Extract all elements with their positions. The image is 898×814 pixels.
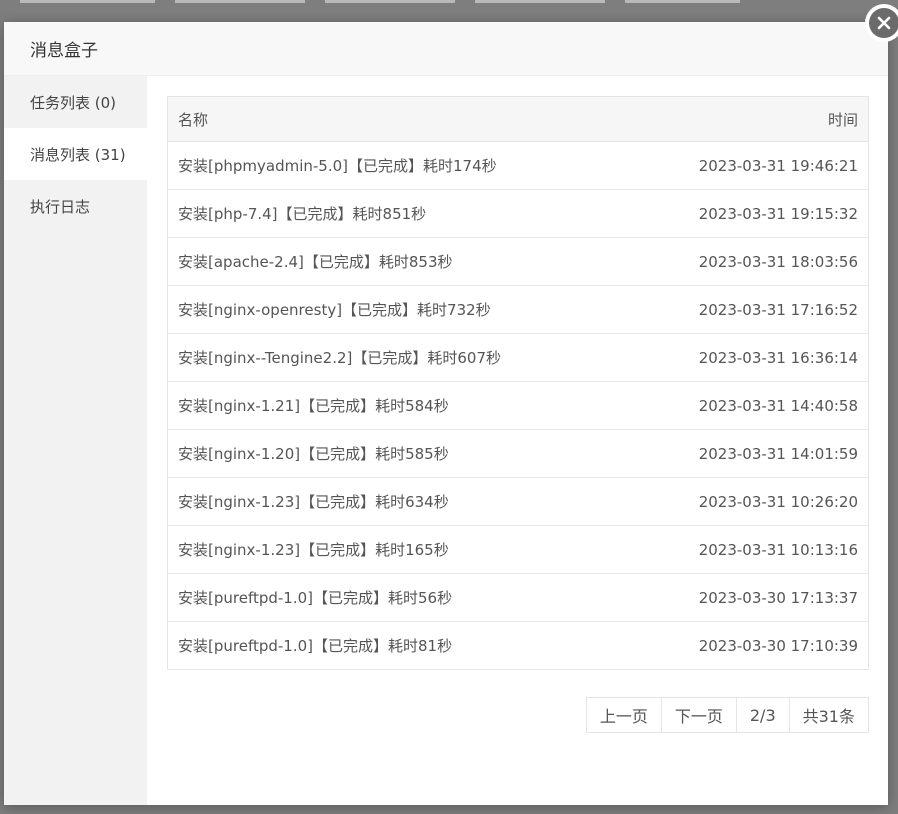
background-tab — [625, 0, 740, 3]
message-time-cell: 2023-03-31 19:15:32 — [627, 189, 869, 238]
message-time-cell: 2023-03-31 10:26:20 — [627, 477, 869, 526]
prev-page-button[interactable]: 上一页 — [587, 698, 662, 732]
column-header-name: 名称 — [166, 96, 628, 142]
message-time-cell: 2023-03-31 19:46:21 — [627, 141, 869, 190]
table-row: 安装[nginx-1.20]【已完成】耗时585秒 2023-03-31 14:0… — [166, 429, 869, 478]
message-name-cell: 安装[nginx-1.23]【已完成】耗时634秒 — [166, 477, 628, 526]
modal-title: 消息盒子 — [30, 41, 98, 61]
message-name-cell: 安装[nginx--Tengine2.2]【已完成】耗时607秒 — [166, 333, 628, 382]
background-tab — [325, 0, 455, 3]
background-tab — [20, 0, 155, 3]
sidebar-item-exec-log[interactable]: 执行日志 — [4, 180, 147, 232]
message-time-cell: 2023-03-31 17:16:52 — [627, 285, 869, 334]
table-row: 安装[phpmyadmin-5.0]【已完成】耗时174秒 2023-03-31 … — [166, 141, 869, 190]
sidebar-item-messages[interactable]: 消息列表 (31) — [4, 128, 147, 180]
message-time-cell: 2023-03-31 10:13:16 — [627, 525, 869, 574]
message-box-modal: 消息盒子 任务列表 (0) 消息列表 (31) 执行日志 名称 时间 安装[ph… — [4, 22, 888, 805]
table-row: 安装[pureftpd-1.0]【已完成】耗时81秒 2023-03-30 17:… — [166, 621, 869, 670]
message-name-cell: 安装[php-7.4]【已完成】耗时851秒 — [166, 189, 628, 238]
message-name-cell: 安装[nginx-openresty]【已完成】耗时732秒 — [166, 285, 628, 334]
message-table: 名称 时间 安装[phpmyadmin-5.0]【已完成】耗时174秒 2023-… — [166, 96, 869, 670]
table-row: 安装[nginx-1.23]【已完成】耗时165秒 2023-03-31 10:1… — [166, 525, 869, 574]
sidebar-item-label: 消息列表 (31) — [30, 145, 126, 164]
message-name-cell: 安装[phpmyadmin-5.0]【已完成】耗时174秒 — [166, 141, 628, 190]
background-tab — [475, 0, 605, 3]
message-name-cell: 安装[nginx-1.21]【已完成】耗时584秒 — [166, 381, 628, 430]
table-row: 安装[pureftpd-1.0]【已完成】耗时56秒 2023-03-30 17:… — [166, 573, 869, 622]
background-tab — [175, 0, 305, 3]
modal-header: 消息盒子 — [4, 22, 888, 76]
message-list-panel: 名称 时间 安装[phpmyadmin-5.0]【已完成】耗时174秒 2023-… — [166, 96, 869, 670]
message-name-cell: 安装[nginx-1.23]【已完成】耗时165秒 — [166, 525, 628, 574]
table-header-row: 名称 时间 — [166, 96, 869, 142]
table-row: 安装[nginx--Tengine2.2]【已完成】耗时607秒 2023-03-… — [166, 333, 869, 382]
table-row: 安装[nginx-openresty]【已完成】耗时732秒 2023-03-31… — [166, 285, 869, 334]
modal-sidebar: 任务列表 (0) 消息列表 (31) 执行日志 — [4, 76, 147, 805]
total-count: 共31条 — [802, 707, 855, 726]
message-time-cell: 2023-03-30 17:13:37 — [627, 573, 869, 622]
table-row: 安装[apache-2.4]【已完成】耗时853秒 2023-03-31 18:0… — [166, 237, 869, 286]
sidebar-item-label: 任务列表 (0) — [30, 93, 117, 112]
message-time-cell: 2023-03-31 14:01:59 — [627, 429, 869, 478]
message-time-cell: 2023-03-31 14:40:58 — [627, 381, 869, 430]
pagination: 上一页 下一页 2/3 共31条 — [585, 697, 869, 733]
message-time-cell: 2023-03-30 17:10:39 — [627, 621, 869, 670]
table-row: 安装[nginx-1.23]【已完成】耗时634秒 2023-03-31 10:2… — [166, 477, 869, 526]
message-name-cell: 安装[apache-2.4]【已完成】耗时853秒 — [166, 237, 628, 286]
message-name-cell: 安装[pureftpd-1.0]【已完成】耗时56秒 — [166, 573, 628, 622]
message-time-cell: 2023-03-31 18:03:56 — [627, 237, 869, 286]
message-name-cell: 安装[pureftpd-1.0]【已完成】耗时81秒 — [166, 621, 628, 670]
next-page-button[interactable]: 下一页 — [662, 698, 737, 732]
close-button[interactable] — [867, 6, 898, 40]
page-indicator: 2/3 — [737, 698, 790, 732]
close-icon — [869, 8, 898, 38]
message-name-cell: 安装[nginx-1.20]【已完成】耗时585秒 — [166, 429, 628, 478]
sidebar-item-tasks[interactable]: 任务列表 (0) — [4, 76, 147, 128]
column-header-time: 时间 — [627, 96, 869, 142]
table-row: 安装[php-7.4]【已完成】耗时851秒 2023-03-31 19:15:3… — [166, 189, 869, 238]
table-row: 安装[nginx-1.21]【已完成】耗时584秒 2023-03-31 14:4… — [166, 381, 869, 430]
message-time-cell: 2023-03-31 16:36:14 — [627, 333, 869, 382]
sidebar-item-label: 执行日志 — [30, 197, 91, 216]
